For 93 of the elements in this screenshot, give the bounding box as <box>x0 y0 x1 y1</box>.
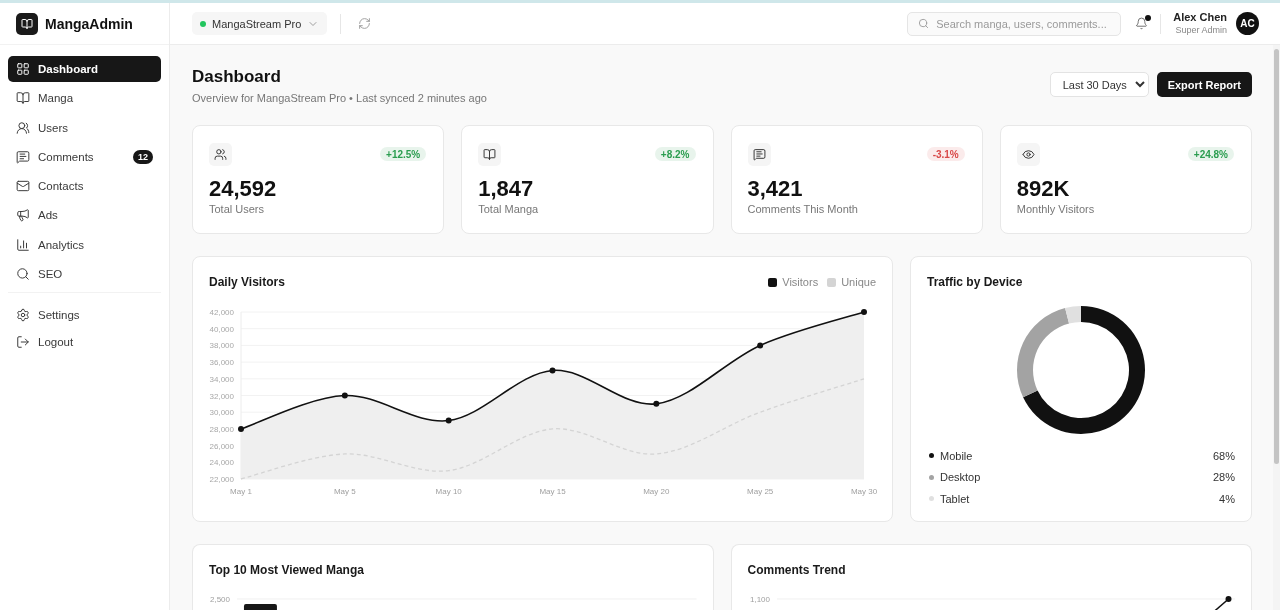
legend-label: Mobile <box>940 449 973 462</box>
data-point <box>445 417 452 424</box>
x-axis-label: May 5 <box>333 487 356 496</box>
date-range-select[interactable]: Last 30 Days <box>1049 72 1149 97</box>
nav-item[interactable]: Manga <box>8 85 161 112</box>
page-subtitle: Overview for MangaStream Pro • Last synced 2 minutes ago <box>192 91 487 105</box>
x-axis-label: May 10 <box>435 487 462 496</box>
y-axis-label: 38,000 <box>209 341 234 351</box>
chart-title: Comments Trend <box>747 562 846 577</box>
y-axis-label: 2,500 <box>210 594 230 604</box>
eye-icon <box>1016 143 1040 166</box>
search-icon <box>16 267 30 282</box>
y-axis-label: 42,000 <box>209 308 234 317</box>
nav-item[interactable]: Settings <box>8 302 161 329</box>
stat-value: 892K <box>1016 176 1071 202</box>
users-icon <box>209 143 232 166</box>
stat-value: 3,421 <box>747 176 804 202</box>
data-point <box>757 342 764 349</box>
data-point <box>653 400 660 407</box>
logo-icon <box>16 12 38 35</box>
y-axis-label: 28,000 <box>209 424 234 434</box>
page-title: Dashboard <box>192 66 282 88</box>
y-axis-label: 22,000 <box>209 475 234 484</box>
workspace-selector[interactable]: MangaStream Pro <box>192 12 328 35</box>
data-point <box>1225 595 1231 602</box>
avatar[interactable]: AC <box>1236 12 1259 35</box>
change-badge: +8.2% <box>654 147 696 161</box>
grid-icon <box>16 62 30 76</box>
nav-item[interactable]: Dashboard <box>8 56 161 82</box>
x-axis-label: May 25 <box>747 487 774 496</box>
data-point <box>238 425 244 432</box>
mail-icon <box>16 179 30 194</box>
book-icon <box>16 91 30 106</box>
y-axis-label: 34,000 <box>209 374 234 384</box>
nav-item[interactable]: SEO <box>8 261 161 288</box>
change-badge: +24.8% <box>1187 147 1234 161</box>
legend-label: Visitors <box>782 276 819 288</box>
data-point <box>861 309 867 315</box>
nav-item[interactable]: Ads <box>8 202 161 229</box>
y-axis-label: 32,000 <box>209 391 234 401</box>
nav-item[interactable]: Users <box>8 114 161 141</box>
x-axis-label: May 15 <box>539 487 566 496</box>
message-icon <box>747 143 771 166</box>
message-icon <box>16 149 30 164</box>
legend-value: 28% <box>1212 471 1235 484</box>
y-axis-label: 1,100 <box>749 594 770 604</box>
legend-value: 68% <box>1212 449 1235 462</box>
bar-chart-icon <box>16 237 30 252</box>
legend-label: Tablet <box>940 492 970 505</box>
nav-item[interactable]: Logout <box>8 329 161 356</box>
users-icon <box>16 120 30 135</box>
stat-label: Monthly Visitors <box>1016 202 1096 216</box>
x-axis-label: May 1 <box>230 487 252 496</box>
search-icon <box>918 18 930 29</box>
y-axis-label: 36,000 <box>209 358 234 368</box>
app-name: MangaAdmin <box>45 15 133 32</box>
user-role: Super Admin <box>1174 24 1227 36</box>
search-field[interactable]: Search manga, users, comments... <box>907 11 1122 36</box>
legend-value: 4% <box>1219 492 1235 505</box>
scrollbar-thumb[interactable] <box>1274 49 1279 464</box>
chart-title: Traffic by Device <box>927 275 1023 289</box>
change-badge: +12.5% <box>380 147 427 161</box>
stat-value: 24,592 <box>209 176 278 202</box>
legend-label: Desktop <box>940 471 981 484</box>
nav-item[interactable]: Contacts <box>8 173 161 200</box>
stat-label: Total Manga <box>478 202 540 216</box>
x-axis-label: May 30 <box>850 487 878 496</box>
data-point <box>341 392 348 399</box>
change-badge: -3.1% <box>926 147 965 161</box>
x-axis-label: May 20 <box>643 487 670 496</box>
stat-label: Comments This Month <box>747 202 859 216</box>
user-name: Alex Chen <box>1173 11 1227 24</box>
y-axis-label: 40,000 <box>209 324 234 334</box>
stat-value: 1,847 <box>478 176 535 202</box>
megaphone-icon <box>16 208 30 223</box>
bar <box>243 603 277 610</box>
export-button[interactable]: Export Report <box>1156 72 1252 97</box>
bell-icon[interactable] <box>1135 17 1149 30</box>
stat-label: Total Users <box>209 202 266 216</box>
nav-item[interactable]: Analytics <box>8 231 161 258</box>
nav-item[interactable]: Comments 12 <box>8 143 161 170</box>
y-axis-label: 30,000 <box>209 408 234 418</box>
chart-title: Top 10 Most Viewed Manga <box>209 562 364 577</box>
settings-icon <box>16 308 30 323</box>
count-badge: 12 <box>133 149 153 164</box>
chart-title: Daily Visitors <box>209 275 285 289</box>
data-point <box>549 367 556 374</box>
refresh-icon[interactable] <box>358 17 372 30</box>
legend-label: Unique <box>841 276 876 288</box>
book-icon <box>478 143 502 166</box>
logout-icon <box>16 335 30 350</box>
y-axis-label: 26,000 <box>209 441 234 451</box>
y-axis-label: 24,000 <box>209 458 234 468</box>
